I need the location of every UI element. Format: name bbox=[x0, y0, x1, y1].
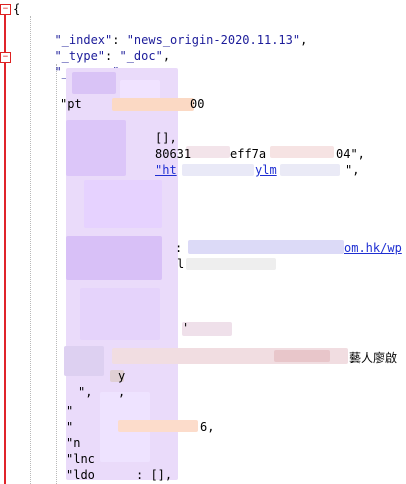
root-brace: { bbox=[13, 2, 21, 16]
fragment: "lnc bbox=[66, 452, 95, 466]
fragment: 80631 bbox=[155, 147, 192, 161]
fold-root-icon[interactable]: − bbox=[0, 4, 11, 15]
fragment: "ldo bbox=[66, 468, 95, 482]
fragment: , bbox=[118, 385, 126, 399]
link-fragment[interactable]: ylm bbox=[255, 162, 277, 178]
redaction-block bbox=[118, 420, 198, 432]
redaction-block bbox=[182, 164, 254, 176]
redaction-block bbox=[84, 180, 162, 228]
index-end: , bbox=[300, 33, 308, 47]
type-line: "_type": "_doc", bbox=[40, 32, 170, 63]
redaction-block bbox=[188, 240, 344, 254]
fragment: "pt bbox=[60, 97, 82, 111]
fragment: 00 bbox=[190, 97, 205, 111]
redaction-block bbox=[186, 258, 276, 270]
source-line: "_source": bbox=[40, 48, 126, 79]
fragment: y bbox=[118, 369, 126, 383]
fragment: : [], bbox=[136, 468, 173, 482]
redaction-block bbox=[186, 146, 230, 158]
fragment: ", bbox=[78, 385, 93, 399]
fragment: 6, bbox=[200, 420, 215, 434]
redaction-block bbox=[120, 80, 160, 100]
fragment: l bbox=[177, 257, 185, 271]
fragment: ' bbox=[182, 321, 190, 335]
indent-guide bbox=[30, 16, 32, 484]
fragment: ", bbox=[345, 163, 360, 177]
link-fragment[interactable]: om.hk/wp bbox=[344, 240, 402, 256]
fragment: : bbox=[175, 241, 183, 255]
fragment: [], bbox=[155, 131, 177, 145]
fold-gutter-line bbox=[4, 12, 6, 484]
link-fragment[interactable]: "ht bbox=[155, 162, 177, 178]
redaction-block bbox=[66, 236, 162, 280]
indent-guide bbox=[56, 64, 58, 484]
fold-source-icon[interactable]: − bbox=[0, 52, 11, 63]
fragment: eff7a bbox=[230, 147, 267, 161]
type-end: , bbox=[162, 49, 171, 63]
redaction-block bbox=[72, 72, 116, 94]
redaction-block bbox=[66, 120, 126, 176]
redaction-block bbox=[270, 146, 334, 158]
fragment: " bbox=[66, 404, 74, 418]
redaction-block bbox=[274, 350, 330, 362]
redaction-block bbox=[182, 322, 232, 336]
index-line: "_index": "news_origin-2020.11.13", bbox=[40, 16, 307, 47]
fragment: "n bbox=[66, 436, 81, 450]
redaction-block bbox=[80, 288, 160, 340]
redaction-block bbox=[64, 346, 104, 376]
fragment: 藝人廖啟 bbox=[349, 351, 398, 365]
redaction-block bbox=[112, 98, 194, 111]
fragment: 04", bbox=[336, 147, 365, 161]
redaction-block bbox=[280, 164, 340, 176]
fragment: " bbox=[66, 420, 74, 434]
